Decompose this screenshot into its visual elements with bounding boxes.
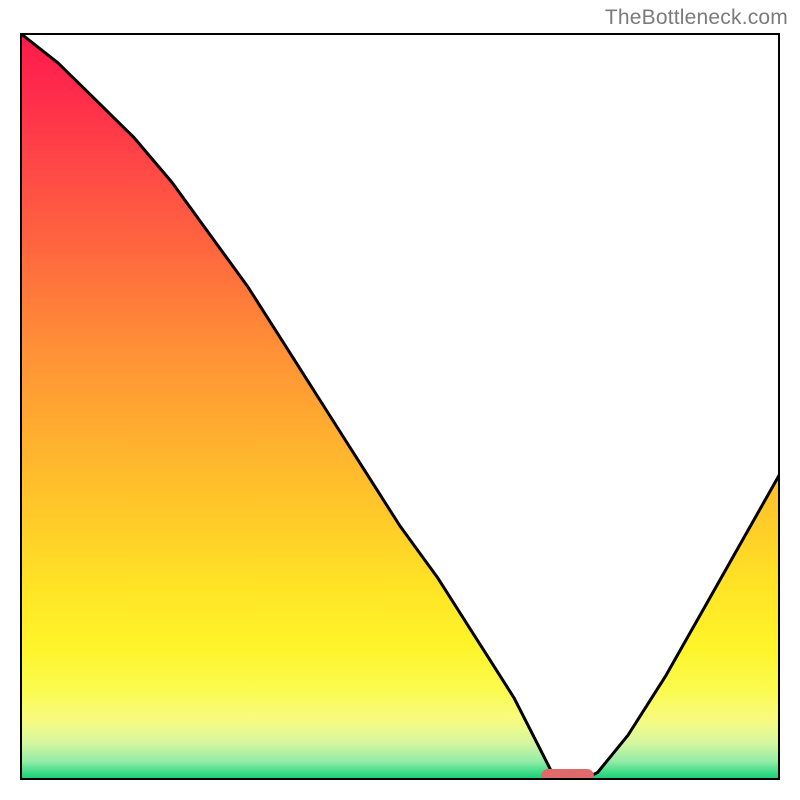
watermark-text: TheBottleneck.com — [605, 6, 788, 30]
chart-frame: TheBottleneck.com — [0, 0, 800, 800]
outside-curve-mask — [20, 33, 780, 780]
plot-area — [20, 33, 780, 780]
optimum-pill — [541, 769, 594, 780]
curve-svg — [20, 33, 780, 780]
